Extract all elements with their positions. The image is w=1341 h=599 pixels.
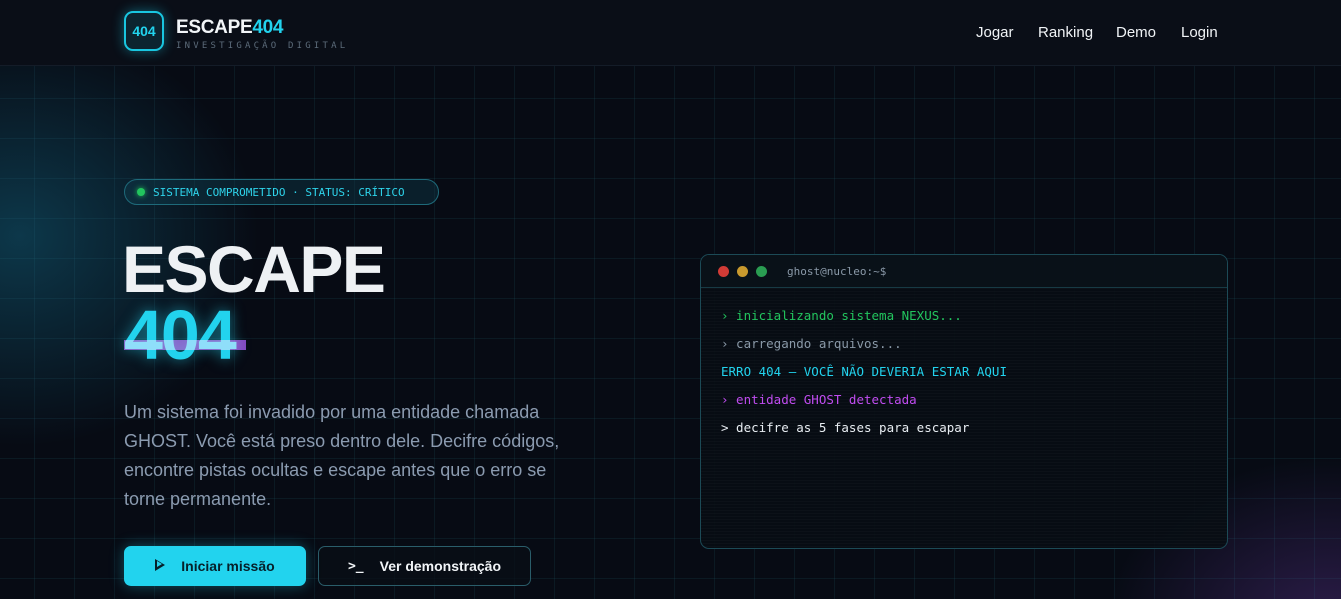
terminal-output: › inicializando sistema NEXUS... › carre… <box>701 288 1227 548</box>
view-demo-button[interactable]: >_ Ver demonstração <box>318 546 531 586</box>
glitch-effect <box>124 340 246 350</box>
terminal-line: › entidade GHOST detectada <box>721 392 917 407</box>
top-navbar: 404 ESCAPE404 INVESTIGAÇÃO DIGITAL Jogar… <box>0 0 1341 66</box>
brand-accent-text: 404 <box>252 17 284 38</box>
maximize-dot-icon <box>756 265 767 277</box>
terminal-prompt-icon: >_ <box>347 558 364 574</box>
hero-title-line2: 404 <box>124 296 237 374</box>
terminal-title: ghost@nucleo:~$ <box>787 264 887 278</box>
start-mission-label: Iniciar missão <box>181 558 275 574</box>
terminal-line: > decifre as 5 fases para escapar <box>721 420 970 435</box>
play-icon <box>155 558 166 574</box>
terminal-window: ghost@nucleo:~$ › inicializando sistema … <box>700 254 1228 549</box>
start-mission-button[interactable]: Iniciar missão <box>124 546 306 586</box>
nav-link-ranking[interactable]: Ranking <box>1038 24 1093 41</box>
hero-title-line1: ESCAPE <box>122 232 386 306</box>
nav-link-demo[interactable]: Demo <box>1116 24 1156 41</box>
brand-main-text: ESCAPE <box>176 17 253 38</box>
status-dot-icon <box>137 188 145 196</box>
close-dot-icon <box>718 265 729 277</box>
terminal-titlebar: ghost@nucleo:~$ <box>701 255 1227 288</box>
minimize-dot-icon <box>737 265 748 277</box>
brand-name[interactable]: ESCAPE404 <box>176 17 283 39</box>
nav-link-jogar[interactable]: Jogar <box>976 24 1014 41</box>
nav-link-login[interactable]: Login <box>1181 24 1218 41</box>
brand-subtitle: INVESTIGAÇÃO DIGITAL <box>176 41 349 51</box>
status-badge: SISTEMA COMPROMETIDO · STATUS: CRÍTICO <box>124 179 439 205</box>
logo-icon[interactable]: 404 <box>124 11 164 51</box>
terminal-line: ERRO 404 — VOCÊ NÃO DEVERIA ESTAR AQUI <box>721 364 1007 379</box>
status-badge-text: SISTEMA COMPROMETIDO · STATUS: CRÍTICO <box>153 185 405 199</box>
terminal-line: › inicializando sistema NEXUS... <box>721 308 962 323</box>
view-demo-label: Ver demonstração <box>379 558 502 574</box>
terminal-line: › carregando arquivos... <box>721 336 902 351</box>
hero-description: Um sistema foi invadido por uma entidade… <box>124 402 560 509</box>
